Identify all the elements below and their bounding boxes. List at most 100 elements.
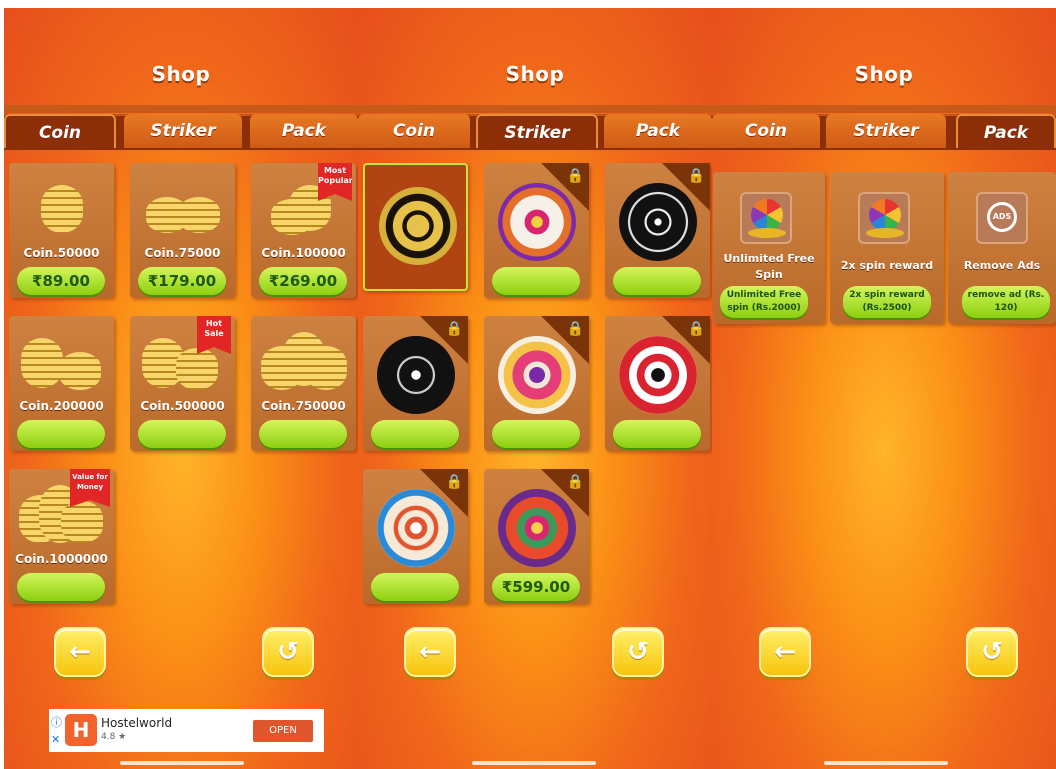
lock-icon: 🔒 (445, 321, 463, 337)
price-button[interactable] (492, 420, 580, 448)
striker-card[interactable]: 🔒 (363, 469, 468, 604)
spin-wheel-icon (858, 192, 910, 244)
lock-icon: 🔒 (687, 168, 705, 184)
coin-card-750000[interactable]: Coin.750000 (251, 316, 356, 451)
coin-card-75000[interactable]: Coin.75000 ₹179.00 (130, 163, 235, 298)
pack-title: Unlimited Free Spin (723, 252, 815, 281)
coin-amount-label: Coin.50000 (23, 246, 100, 260)
lock-icon: 🔒 (687, 321, 705, 337)
pink-mandala-striker-icon (498, 489, 576, 567)
red-ring-striker-icon (619, 336, 697, 414)
lock-icon: 🔒 (566, 321, 584, 337)
pack-price-button[interactable]: 2x spin reward (Rs.2500) (843, 286, 931, 318)
tab-bar-top (4, 105, 358, 113)
ad-app-name: Hostelworld (101, 716, 173, 730)
home-indicator (824, 761, 948, 765)
spin-wheel-icon (740, 192, 792, 244)
ad-open-button[interactable]: OPEN (253, 720, 313, 742)
coin-card-100000[interactable]: Most Popular Coin.100000 ₹269.00 (251, 163, 356, 298)
purple-mandala-striker-icon (498, 183, 576, 261)
price-button[interactable]: ₹89.00 (17, 267, 105, 295)
coin-stack-icon (140, 177, 225, 241)
gold-tribal-striker-icon (379, 187, 457, 265)
lock-icon: 🔒 (566, 474, 584, 490)
coin-stack-icon (19, 177, 104, 241)
price-button[interactable] (17, 420, 105, 448)
orange-flower-striker-icon (498, 336, 576, 414)
home-indicator (120, 761, 244, 765)
coin-stack-icon (19, 330, 104, 394)
pack-card-remove-ads[interactable]: ADS Remove Ads remove ad (Rs. 120) (948, 172, 1056, 324)
pack-card-2x-spin[interactable]: 2x spin reward 2x spin reward (Rs.2500) (830, 172, 944, 324)
ad-info-icon[interactable]: ⓘ (51, 717, 62, 729)
striker-card[interactable]: 🔒 (605, 316, 710, 451)
coin-amount-label: Coin.200000 (19, 399, 104, 413)
tab-pack[interactable]: Pack (250, 114, 358, 148)
tab-bar-top (712, 105, 1056, 113)
coin-card-200000[interactable]: Coin.200000 (9, 316, 114, 451)
price-button[interactable]: ₹179.00 (138, 267, 226, 295)
price-button[interactable] (492, 267, 580, 295)
home-indicator (472, 761, 596, 765)
restore-purchases-button[interactable]: ↺ (262, 627, 314, 677)
striker-card[interactable]: 🔒 (363, 316, 468, 451)
pack-price-button[interactable]: Unlimited Free spin (Rs.2000) (720, 286, 808, 318)
price-button[interactable] (17, 573, 105, 601)
tab-striker[interactable]: Striker (124, 114, 242, 148)
lock-icon: 🔒 (445, 474, 463, 490)
price-button[interactable] (259, 420, 347, 448)
pack-title: Remove Ads (963, 259, 1041, 272)
no-ads-icon: ADS (976, 192, 1028, 244)
pack-price-button[interactable]: remove ad (Rs. 120) (962, 286, 1050, 318)
striker-card[interactable]: 🔒 ₹599.00 (484, 469, 589, 604)
tab-coin[interactable]: Coin (358, 114, 470, 148)
tab-pack[interactable]: Pack (604, 114, 712, 148)
tab-coin[interactable]: Coin (4, 114, 116, 148)
pack-card-unlimited-spin[interactable]: Unlimited Free Spin Unlimited Free spin … (713, 172, 825, 324)
restore-purchases-button[interactable]: ↺ (966, 627, 1018, 677)
tab-striker[interactable]: Striker (476, 114, 598, 148)
page-title: Shop (505, 62, 565, 86)
striker-card[interactable]: 🔒 (605, 163, 710, 298)
black-compass-striker-icon (377, 336, 455, 414)
shop-panel-striker: Shop Coin Striker Pack 🔒 🔒 🔒 🔒 🔒 🔒 🔒 ₹59… (358, 8, 712, 769)
back-button[interactable]: ← (759, 627, 811, 677)
no-ads-text: ADS (987, 202, 1017, 232)
ad-banner[interactable]: ⓘ ✕ H Hostelworld 4.8 ★ OPEN (49, 709, 324, 752)
tab-striker[interactable]: Striker (826, 114, 946, 148)
page-title: Shop (151, 62, 211, 86)
price-button[interactable] (613, 420, 701, 448)
back-button[interactable]: ← (54, 627, 106, 677)
coin-amount-label: Coin.1000000 (15, 552, 108, 566)
coin-card-1000000[interactable]: Value for Money Coin.1000000 (9, 469, 114, 604)
shop-panel-coin: Shop Coin Striker Pack Coin.50000 ₹89.00… (4, 8, 358, 769)
coin-card-50000[interactable]: Coin.50000 ₹89.00 (9, 163, 114, 298)
black-snowflake-striker-icon (619, 183, 697, 261)
coin-stack-icon (261, 330, 347, 394)
price-button[interactable] (371, 573, 459, 601)
price-button[interactable] (371, 420, 459, 448)
coin-amount-label: Coin.100000 (261, 246, 346, 260)
ad-rating: 4.8 ★ (101, 732, 127, 742)
pack-title: 2x spin reward (840, 259, 934, 272)
restore-purchases-button[interactable]: ↺ (612, 627, 664, 677)
striker-card[interactable]: 🔒 (484, 163, 589, 298)
coin-amount-label: Coin.750000 (261, 399, 346, 413)
lock-icon: 🔒 (566, 168, 584, 184)
striker-card[interactable]: 🔒 (484, 316, 589, 451)
price-button[interactable]: ₹599.00 (492, 573, 580, 601)
coin-amount-label: Coin.75000 (144, 246, 221, 260)
price-button[interactable] (138, 420, 226, 448)
coin-card-500000[interactable]: Hot Sale Coin.500000 (130, 316, 235, 451)
hostelworld-logo-icon: H (65, 714, 97, 746)
coin-amount-label: Coin.500000 (140, 399, 225, 413)
tab-pack[interactable]: Pack (956, 114, 1056, 148)
blue-ring-striker-icon (377, 489, 455, 567)
striker-card[interactable] (363, 163, 468, 291)
back-button[interactable]: ← (404, 627, 456, 677)
tab-coin[interactable]: Coin (712, 114, 820, 148)
price-button[interactable]: ₹269.00 (259, 267, 347, 295)
ad-close-icon[interactable]: ✕ (51, 733, 60, 746)
page-title: Shop (854, 62, 914, 86)
price-button[interactable] (613, 267, 701, 295)
